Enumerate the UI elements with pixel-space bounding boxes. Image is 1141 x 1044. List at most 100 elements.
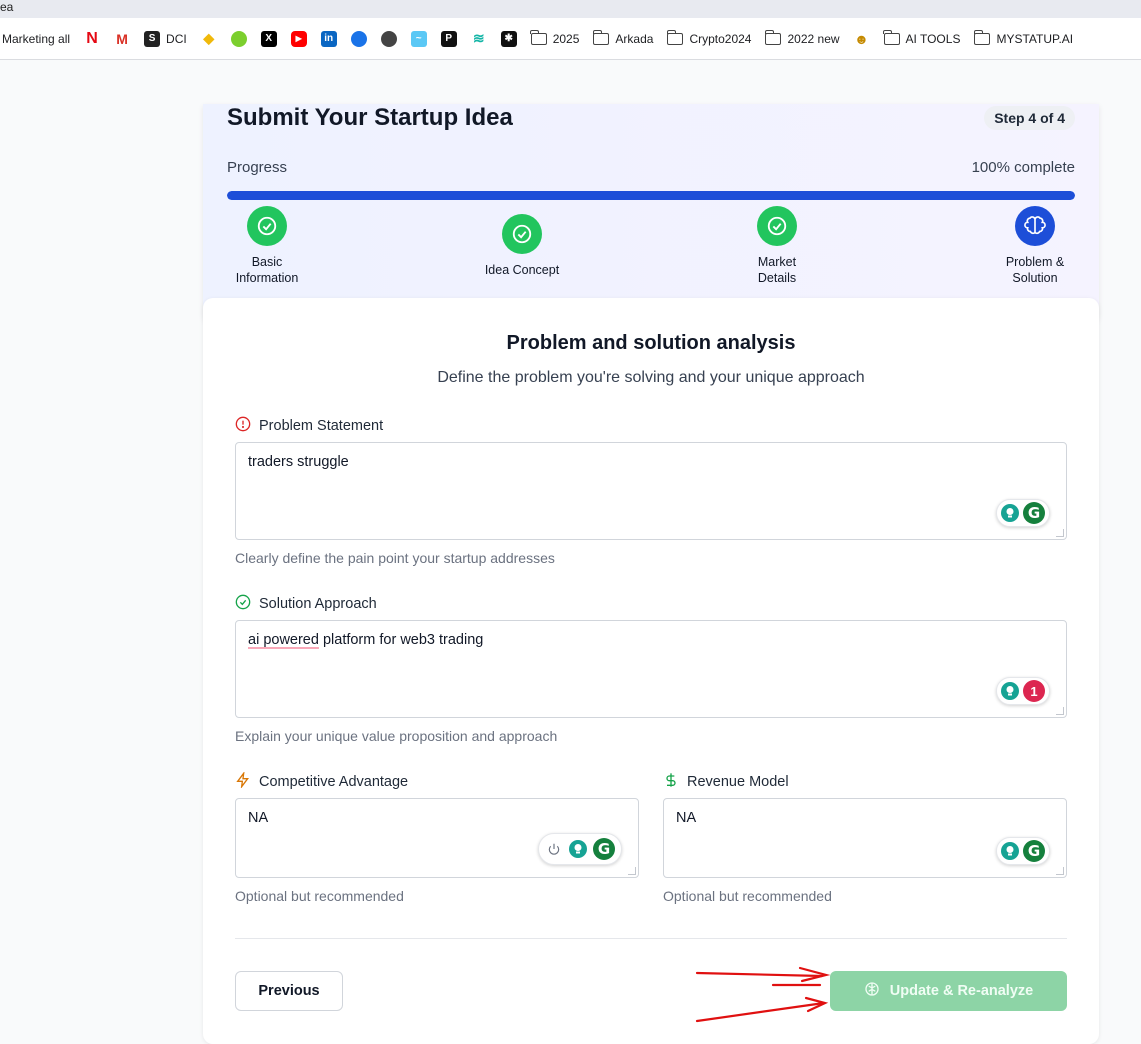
puzzle-icon: ✱ xyxy=(500,30,517,47)
bookmarks-bar: Marketing all N M S DCI ◆ X ▶ in ~ P ≋ ✱ … xyxy=(0,18,1141,60)
update-reanalyze-button[interactable]: Update & Re-analyze xyxy=(830,971,1067,1011)
check-circle-icon xyxy=(757,206,797,246)
grammarly-widget[interactable]: 1 xyxy=(996,677,1050,705)
bookmark-folder-arkada[interactable]: Arkada xyxy=(592,29,653,46)
step-label: Market Details xyxy=(757,255,797,285)
globe-icon xyxy=(380,30,397,47)
page-title: Submit Your Startup Idea xyxy=(227,104,513,131)
bookmark-teal-stripe[interactable]: ≋ xyxy=(471,30,487,47)
form-title: Problem and solution analysis xyxy=(506,332,796,354)
step-problem-solution[interactable]: Problem & Solution xyxy=(980,206,1090,286)
bookmark-linkedin[interactable]: in xyxy=(320,30,337,47)
bookmark-folder-mystatup[interactable]: MYSTATUP.AI xyxy=(973,29,1073,46)
bookmark-gmail[interactable]: M xyxy=(114,31,130,47)
grammarly-icon: G xyxy=(1023,502,1045,524)
power-icon[interactable] xyxy=(545,840,563,858)
grammarly-issue-count: 1 xyxy=(1023,680,1045,702)
black-p-icon: P xyxy=(440,30,457,47)
grammarly-icon: G xyxy=(1023,840,1045,862)
advantage-hint: Optional but recommended xyxy=(235,888,404,904)
folder-icon xyxy=(882,29,900,45)
lightbulb-icon xyxy=(1001,682,1019,700)
competitive-advantage-textarea[interactable]: NA G xyxy=(235,798,639,878)
chart-app-icon: ~ xyxy=(410,30,427,47)
spelling-flag[interactable]: ai powered xyxy=(248,632,319,648)
lightbulb-icon xyxy=(1001,504,1019,522)
progress-percent: 100% complete xyxy=(971,159,1075,176)
step-market-details[interactable]: Market Details xyxy=(722,206,832,286)
progress-bar-fill xyxy=(227,191,1075,200)
dci-icon: S xyxy=(144,30,161,47)
bookmark-chart-app[interactable]: ~ xyxy=(410,30,427,47)
progress-bar xyxy=(227,191,1075,200)
bookmark-marketing-all[interactable]: Marketing all xyxy=(2,32,70,46)
resize-handle[interactable] xyxy=(1056,707,1064,715)
step-basic-information[interactable]: Basic Information xyxy=(212,206,322,286)
grammarly-widget-expanded[interactable]: G xyxy=(538,833,622,865)
netflix-icon: N xyxy=(86,29,98,47)
check-circle-icon xyxy=(235,594,251,614)
problem-hint: Clearly define the pain point your start… xyxy=(235,550,555,566)
green-bird-icon xyxy=(230,30,247,47)
bookmark-folder-2022-new[interactable]: 2022 new xyxy=(764,29,840,46)
dollar-icon xyxy=(663,772,679,792)
step-label: Idea Concept xyxy=(484,263,560,277)
bookmark-netflix[interactable]: N xyxy=(84,29,100,47)
linkedin-icon: in xyxy=(320,30,337,47)
bookmark-dci[interactable]: S DCI xyxy=(144,30,187,47)
problem-statement-textarea[interactable]: traders struggle G xyxy=(235,442,1067,540)
bookmark-black-p[interactable]: P xyxy=(440,30,457,47)
problem-statement-label: Problem Statement xyxy=(235,416,383,436)
grammarly-widget[interactable]: G xyxy=(996,837,1050,865)
bookmark-green-bird[interactable] xyxy=(230,30,247,47)
bookmark-folder-2025[interactable]: 2025 xyxy=(530,29,579,46)
bookmark-x[interactable]: X xyxy=(260,30,277,47)
brain-icon xyxy=(1015,206,1055,246)
lightbulb-icon xyxy=(1001,842,1019,860)
previous-button[interactable]: Previous xyxy=(235,971,343,1011)
competitive-advantage-label: Competitive Advantage xyxy=(235,770,408,792)
folder-icon xyxy=(973,29,991,45)
step-idea-concept[interactable]: Idea Concept xyxy=(467,214,577,278)
solution-hint: Explain your unique value proposition an… xyxy=(235,728,558,744)
folder-icon xyxy=(764,29,782,45)
robot-icon: ☻ xyxy=(854,30,869,47)
bookmark-blue-ship[interactable] xyxy=(350,30,367,47)
grammarly-icon: G xyxy=(593,838,615,860)
bookmark-folder-crypto2024[interactable]: Crypto2024 xyxy=(666,29,751,46)
resize-handle[interactable] xyxy=(1056,529,1064,537)
binance-icon: ◆ xyxy=(203,30,215,46)
gmail-icon: M xyxy=(116,30,128,47)
solution-approach-textarea[interactable]: ai powered platform for web3 trading 1 xyxy=(235,620,1067,718)
page-content: Submit Your Startup Idea Step 4 of 4 Pro… xyxy=(0,60,1141,1044)
alert-circle-icon xyxy=(235,416,251,436)
tab-title-fragment[interactable]: ea xyxy=(0,0,13,14)
problem-solution-form: Problem and solution analysis Define the… xyxy=(203,298,1099,1044)
bookmark-youtube[interactable]: ▶ xyxy=(290,30,307,47)
bookmark-robot[interactable]: ☻ xyxy=(854,31,870,47)
bookmark-globe[interactable] xyxy=(380,30,397,47)
browser-tab-strip: ea xyxy=(0,0,1141,18)
form-divider xyxy=(235,938,1067,939)
resize-handle[interactable] xyxy=(628,867,636,875)
zap-icon xyxy=(235,770,251,792)
teal-stripe-icon: ≋ xyxy=(472,30,485,46)
lightbulb-icon xyxy=(569,840,587,858)
revenue-model-textarea[interactable]: NA G xyxy=(663,798,1067,878)
bookmark-binance[interactable]: ◆ xyxy=(201,30,217,47)
resize-handle[interactable] xyxy=(1056,867,1064,875)
folder-icon xyxy=(592,29,610,45)
check-circle-icon xyxy=(247,206,287,246)
folder-icon xyxy=(666,29,684,45)
bookmark-puzzle[interactable]: ✱ xyxy=(500,30,517,47)
revenue-model-label: Revenue Model xyxy=(663,772,789,792)
brain-icon xyxy=(864,981,880,1001)
check-circle-icon xyxy=(502,214,542,254)
grammarly-widget[interactable]: G xyxy=(996,499,1050,527)
step-label: Basic Information xyxy=(235,255,299,285)
folder-icon xyxy=(530,29,547,45)
form-subtitle: Define the problem you're solving and yo… xyxy=(437,369,865,386)
progress-card: Submit Your Startup Idea Step 4 of 4 Pro… xyxy=(203,104,1099,326)
bookmark-folder-ai-tools[interactable]: AI TOOLS xyxy=(882,29,960,46)
revenue-hint: Optional but recommended xyxy=(663,888,832,904)
